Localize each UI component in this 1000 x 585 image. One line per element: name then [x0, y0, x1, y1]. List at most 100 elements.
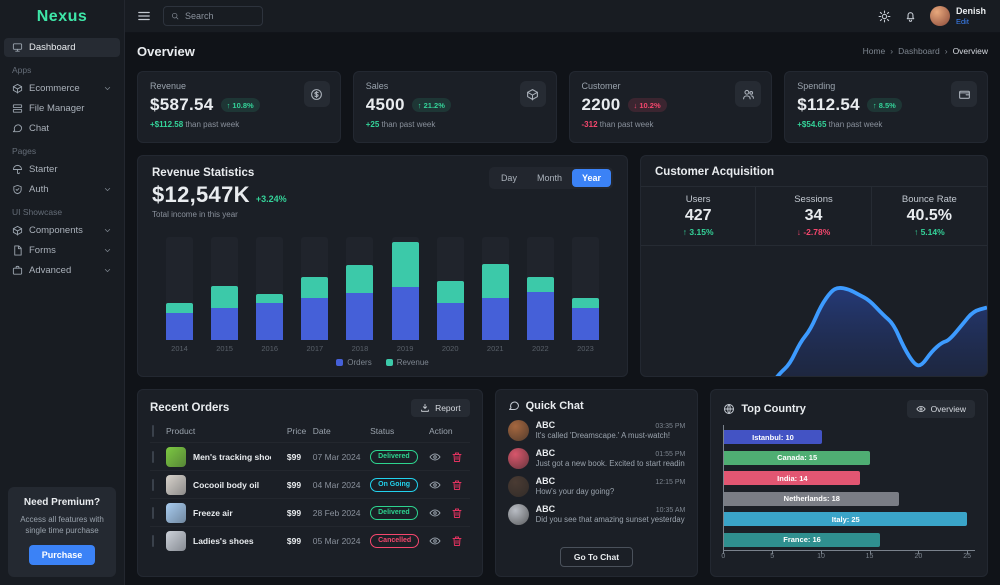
country-bar-netherlands[interactable]: Netherlands: 18: [724, 492, 899, 506]
row-checkbox[interactable]: [152, 451, 154, 463]
theme-toggle-sun-icon[interactable]: [878, 10, 891, 23]
view-order-icon[interactable]: [429, 479, 441, 491]
sidebar-item-components[interactable]: Components: [4, 221, 120, 240]
search-input[interactable]: [185, 11, 255, 21]
purchase-button[interactable]: Purchase: [29, 545, 96, 565]
product-thumbnail: [166, 503, 186, 523]
chat-message[interactable]: ABC03:35 PM It's called 'Dreamscape.' A …: [508, 420, 686, 441]
country-overview-button[interactable]: Overview: [907, 400, 975, 418]
sidebar-item-starter[interactable]: Starter: [4, 160, 120, 179]
user-menu[interactable]: Denish Edit: [930, 6, 986, 26]
ecommerce-icon: [12, 83, 23, 94]
orders-table: ProductPriceDateStatusAction Men's track…: [150, 423, 470, 555]
chat-message[interactable]: ABC10:35 AM Did you see that amazing sun…: [508, 504, 686, 525]
sidebar-item-forms[interactable]: Forms: [4, 241, 120, 260]
user-name: Denish: [956, 6, 986, 17]
file-manager-icon: [12, 103, 23, 114]
download-icon: [420, 403, 430, 413]
acquisition-area-chart: [641, 246, 987, 377]
country-bar-istanbul[interactable]: Istanbul: 10: [724, 430, 821, 444]
bar-2021[interactable]: 2021: [482, 237, 509, 353]
report-button[interactable]: Report: [411, 399, 470, 417]
revenue-total: $12,547K: [152, 182, 250, 208]
main-area: Denish Edit Overview Home›Dashboard›Over…: [125, 0, 1000, 585]
legend-revenue: Revenue: [386, 358, 429, 367]
chat-message[interactable]: ABC01:55 PM Just got a new book. Excited…: [508, 448, 686, 469]
auth-icon: [12, 184, 23, 195]
starter-icon: [12, 164, 23, 175]
search-box[interactable]: [163, 6, 263, 26]
sidebar: Nexus Dashboard Apps Ecommerce File Mana…: [0, 0, 125, 585]
table-row: Cocooil body oil $99 04 Mar 2024 On Goin…: [150, 471, 470, 499]
country-bar-india[interactable]: India: 14: [724, 471, 860, 485]
delete-order-icon[interactable]: [451, 451, 463, 463]
avatar: [508, 448, 529, 469]
revenue-bar-chart: 2014 2015 2016 2017 2018 2019: [152, 219, 613, 353]
dashboard-icon: [12, 42, 23, 53]
sidebar-item-file-manager[interactable]: File Manager: [4, 99, 120, 118]
bar-2017[interactable]: 2017: [301, 237, 328, 353]
bar-2020[interactable]: 2020: [437, 237, 464, 353]
sidebar-item-auth[interactable]: Auth: [4, 180, 120, 199]
bar-2018[interactable]: 2018: [346, 237, 373, 353]
country-bar-france[interactable]: France: 16: [724, 533, 879, 547]
tab-day[interactable]: Day: [491, 169, 527, 187]
content: Overview Home›Dashboard›Overview Revenue…: [125, 33, 1000, 585]
nav-section-heading: Pages: [0, 139, 124, 159]
view-order-icon[interactable]: [429, 535, 441, 547]
revenue-legend: OrdersRevenue: [152, 353, 613, 368]
premium-text: Access all features with single time pur…: [16, 514, 108, 536]
revenue-subtitle: Total income in this year: [152, 210, 287, 219]
package-icon: [520, 81, 546, 107]
go-to-chat-button[interactable]: Go To Chat: [560, 547, 633, 567]
country-bar-canada[interactable]: Canada: 15: [724, 451, 870, 465]
eye-icon: [916, 404, 926, 414]
quick-chat-panel: Quick Chat ABC03:35 PM It's called 'Drea…: [495, 389, 699, 577]
nav-section-heading: Apps: [0, 58, 124, 78]
chevron-down-icon: [103, 246, 112, 255]
bar-2016[interactable]: 2016: [256, 237, 283, 353]
breadcrumb-dashboard[interactable]: Dashboard: [898, 46, 940, 56]
top-country-title: Top Country: [741, 403, 806, 415]
bar-2014[interactable]: 2014: [166, 237, 193, 353]
chat-message[interactable]: ABC12:15 PM How's your day going?: [508, 476, 686, 497]
sidebar-item-advanced[interactable]: Advanced: [4, 261, 120, 280]
advanced-icon: [12, 265, 23, 276]
delete-order-icon[interactable]: [451, 479, 463, 491]
bar-2019[interactable]: 2019: [392, 237, 419, 353]
status-badge: Cancelled: [370, 534, 419, 548]
avatar: [508, 420, 529, 441]
premium-title: Need Premium?: [16, 497, 108, 508]
notifications-bell-icon[interactable]: [904, 10, 917, 23]
breadcrumb-home[interactable]: Home: [863, 46, 886, 56]
bar-2022[interactable]: 2022: [527, 237, 554, 353]
bar-2023[interactable]: 2023: [572, 237, 599, 353]
sidebar-nav: Dashboard Apps Ecommerce File Manager Ch…: [0, 33, 124, 285]
nav-section-heading: UI Showcase: [0, 200, 124, 220]
user-avatar: [930, 6, 950, 26]
country-bar-italy[interactable]: Italy: 25: [724, 512, 967, 526]
tab-month[interactable]: Month: [527, 169, 572, 187]
tab-year[interactable]: Year: [572, 169, 611, 187]
hamburger-icon[interactable]: [137, 9, 151, 23]
recent-orders-panel: Recent Orders Report ProductPriceDateSta…: [137, 389, 483, 577]
view-order-icon[interactable]: [429, 451, 441, 463]
row-checkbox[interactable]: [152, 507, 154, 519]
sidebar-item-chat[interactable]: Chat: [4, 119, 120, 138]
row-checkbox[interactable]: [152, 535, 154, 547]
bar-2015[interactable]: 2015: [211, 237, 238, 353]
column-date: Date: [311, 423, 368, 443]
sidebar-item-dashboard[interactable]: Dashboard: [4, 38, 120, 57]
chat-bubble-icon: [508, 400, 520, 412]
row-checkbox[interactable]: [152, 479, 154, 491]
country-bar-chart: Istanbul: 10 Canada: 15 India: 14 Netherlan…: [723, 425, 975, 551]
sidebar-item-ecommerce[interactable]: Ecommerce: [4, 79, 120, 98]
view-order-icon[interactable]: [429, 507, 441, 519]
delete-order-icon[interactable]: [451, 507, 463, 519]
column-status: Status: [368, 423, 427, 443]
user-edit-link[interactable]: Edit: [956, 17, 986, 26]
delete-order-icon[interactable]: [451, 535, 463, 547]
page-title: Overview: [137, 44, 195, 59]
table-row: Men's tracking shoes $99 07 Mar 2024 Del…: [150, 443, 470, 471]
select-all-checkbox[interactable]: [152, 425, 154, 437]
